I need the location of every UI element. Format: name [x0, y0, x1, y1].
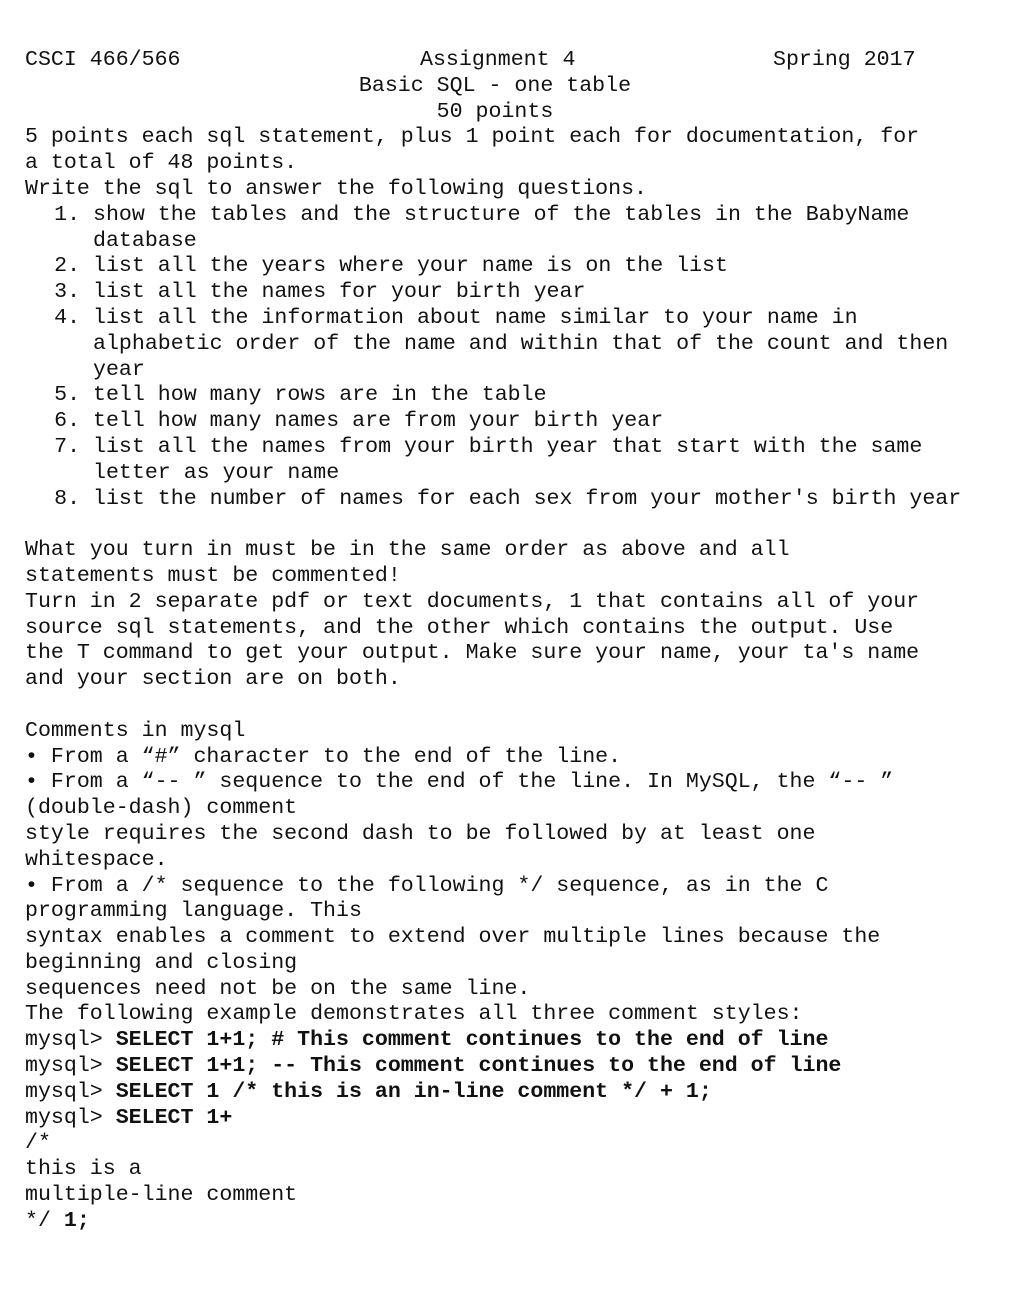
list-number: 6. — [54, 409, 81, 434]
comments-heading: Comments in mysql — [25, 718, 246, 743]
assignment-title: Assignment 4 — [420, 48, 576, 72]
sql-statement: SELECT 1+1; -- This comment continues to… — [115, 1054, 842, 1079]
comment-text: sequences need not be on the same line. — [25, 976, 531, 1001]
comment-close: */ — [25, 1208, 64, 1233]
list-number: 4. — [54, 305, 81, 330]
intro-line: a total of 48 points. — [25, 151, 298, 176]
list-item: 8. list the number of names for each sex… — [25, 487, 985, 513]
list-number: 7. — [54, 434, 81, 459]
list-item: 6. tell how many names are from your bir… — [25, 409, 985, 435]
mysql-prompt: mysql> — [25, 1079, 116, 1104]
multiline-comment-end: */ 1; — [25, 1209, 985, 1235]
list-item: 1. show the tables and the structure of … — [25, 203, 985, 255]
turn-in-line: What you turn in must be in the same ord… — [25, 538, 790, 563]
comment-text: style requires the second dash to be fol… — [25, 821, 816, 846]
list-number: 2. — [54, 254, 81, 279]
multiline-comment: multiple-line comment — [25, 1183, 298, 1208]
list-number: 8. — [54, 486, 81, 511]
term: Spring 2017 — [773, 48, 916, 72]
sql-example: mysql> SELECT 1+1; # This comment contin… — [25, 1028, 985, 1054]
list-item: 3. list all the names for your birth yea… — [25, 280, 985, 306]
comment-text: programming language. This — [25, 899, 362, 924]
question-text: list the number of names for each sex fr… — [93, 486, 962, 511]
turn-in-line: source sql statements, and the other whi… — [25, 615, 894, 640]
header-row: CSCI 466/566 Assignment 4 Spring 2017 — [25, 48, 985, 74]
sql-statement: SELECT 1 /* this is an in-line comment *… — [115, 1079, 712, 1104]
comment-bullet: • From a /* sequence to the following */… — [25, 873, 829, 898]
comment-bullet: • From a “#” character to the end of the… — [25, 744, 622, 769]
example-intro: The following example demonstrates all t… — [25, 1002, 803, 1027]
comment-text: whitespace. — [25, 847, 168, 872]
multiline-comment: /* — [25, 1131, 51, 1156]
list-number: 5. — [54, 383, 81, 408]
sql-example: mysql> SELECT 1+1; -- This comment conti… — [25, 1054, 985, 1080]
question-text: list all the names for your birth year — [93, 280, 586, 305]
course-code: CSCI 466/566 — [25, 48, 181, 72]
comment-text: syntax enables a comment to extend over … — [25, 925, 881, 950]
intro-line: Write the sql to answer the following qu… — [25, 176, 648, 201]
list-item: 2. list all the years where your name is… — [25, 254, 985, 280]
comment-text: beginning and closing — [25, 950, 298, 975]
question-list: 1. show the tables and the structure of … — [25, 203, 985, 513]
sql-statement: 1; — [63, 1208, 90, 1233]
assignment-subtitle: Basic SQL - one table — [358, 73, 632, 98]
list-number: 3. — [54, 280, 81, 305]
assignment-document: CSCI 466/566 Assignment 4 Spring 2017 Ba… — [25, 48, 985, 1235]
list-item: 7. list all the names from your birth ye… — [25, 435, 985, 487]
mysql-prompt: mysql> — [25, 1105, 116, 1130]
question-text: tell how many names are from your birth … — [93, 409, 664, 434]
comment-bullet: • From a “-- ” sequence to the end of th… — [25, 770, 894, 795]
list-item: 4. list all the information about name s… — [25, 306, 985, 383]
intro-line: 5 points each sql statement, plus 1 poin… — [25, 125, 920, 150]
question-text: tell how many rows are in the table — [93, 383, 547, 408]
question-text: list all the years where your name is on… — [93, 254, 728, 279]
question-text: list all the information about name simi… — [93, 305, 949, 382]
sql-statement: SELECT 1+1; # This comment continues to … — [115, 1028, 829, 1053]
comment-text: (double-dash) comment — [25, 796, 298, 821]
mysql-prompt: mysql> — [25, 1028, 116, 1053]
turn-in-line: and your section are on both. — [25, 667, 401, 692]
turn-in-line: Turn in 2 separate pdf or text documents… — [25, 589, 920, 614]
multiline-comment: this is a — [25, 1157, 142, 1182]
list-item: 5. tell how many rows are in the table — [25, 383, 985, 409]
turn-in-line: statements must be commented! — [25, 563, 401, 588]
question-text: list all the names from your birth year … — [93, 434, 923, 485]
sql-statement: SELECT 1+ — [115, 1105, 233, 1130]
mysql-prompt: mysql> — [25, 1054, 116, 1079]
assignment-points: 50 points — [436, 99, 554, 124]
sql-example: mysql> SELECT 1+ — [25, 1106, 985, 1132]
turn-in-line: the T command to get your output. Make s… — [25, 641, 920, 666]
question-text: show the tables and the structure of the… — [93, 202, 910, 253]
sql-example: mysql> SELECT 1 /* this is an in-line co… — [25, 1080, 985, 1106]
list-number: 1. — [54, 202, 81, 227]
